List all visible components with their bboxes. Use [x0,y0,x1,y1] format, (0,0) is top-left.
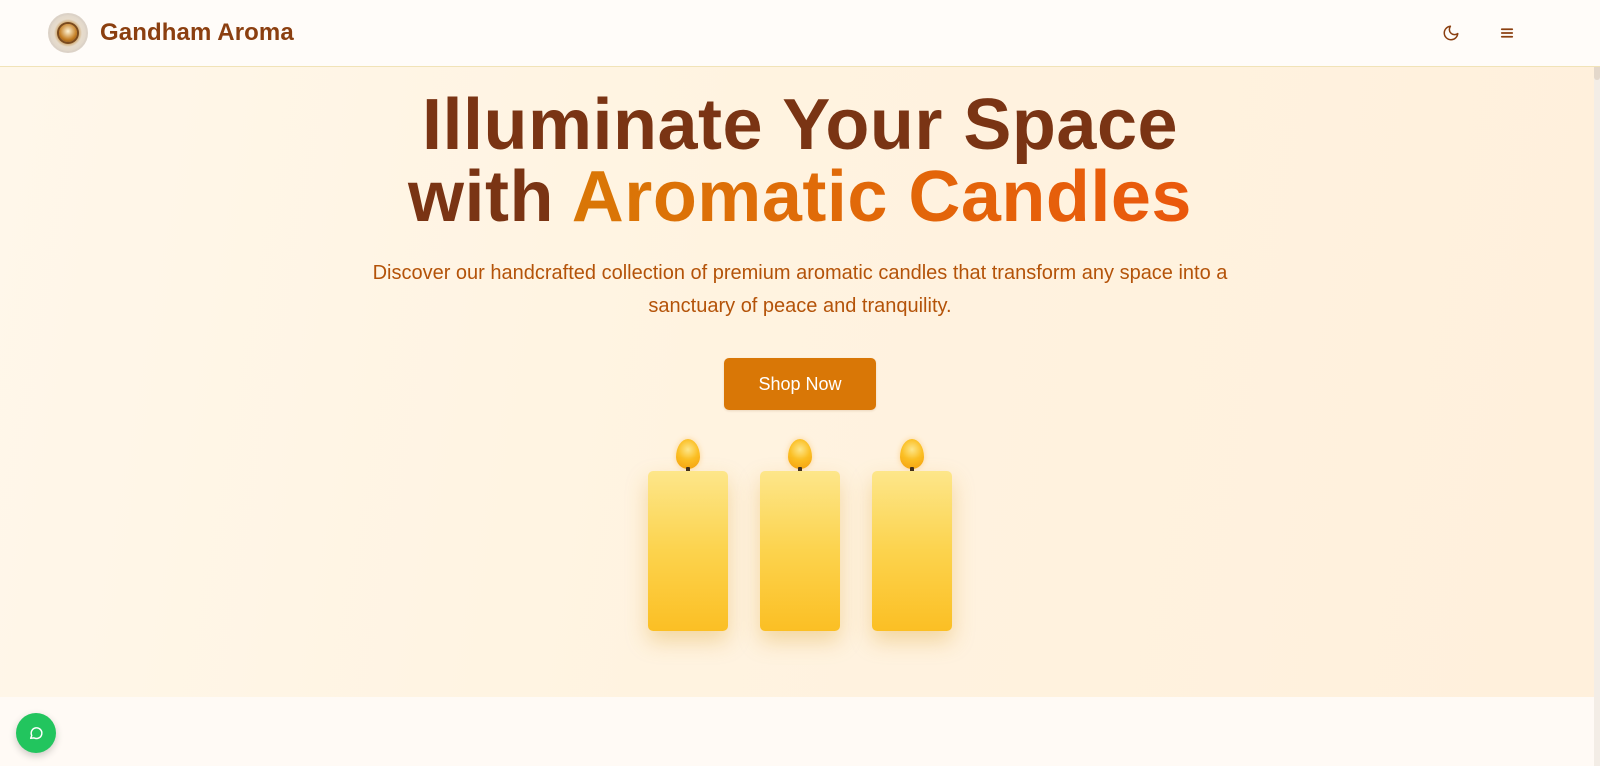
flame-icon [788,439,812,469]
hero-title-line-2: with Aromatic Candles [0,161,1600,233]
candle-body [872,471,952,631]
candles-illustration [648,439,952,639]
brand[interactable]: Gandham Aroma [48,13,294,53]
header-actions [1440,22,1552,44]
candle-right [872,439,952,635]
brand-name: Gandham Aroma [100,19,294,46]
hero-title-line-1: Illuminate Your Space [421,85,1179,165]
hero-title-prefix: with [408,157,572,237]
menu-button[interactable] [1496,22,1518,44]
hamburger-menu-icon [1500,28,1514,38]
moon-icon [1443,25,1459,41]
hero-title: Illuminate Your Space with Aromatic Cand… [0,67,1600,233]
candle-body [760,471,840,631]
next-section [0,697,1600,766]
candle-left [648,439,728,635]
chat-bubble-icon [29,727,43,740]
flame-icon [676,439,700,469]
hero-subtitle: Discover our handcrafted collection of p… [372,262,1228,317]
candle-body [648,471,728,631]
page: Gandham Aroma Illuminate Your Space with… [0,0,1600,766]
site-header: Gandham Aroma [0,0,1600,67]
shop-now-button[interactable]: Shop Now [724,358,876,410]
page-scrollbar[interactable] [1594,0,1600,766]
theme-toggle-button[interactable] [1440,22,1462,44]
hero-section: Illuminate Your Space with Aromatic Cand… [0,67,1600,697]
chat-widget-button[interactable] [16,713,56,753]
hero-title-accent: Aromatic Candles [571,157,1192,237]
candle-middle [760,439,840,635]
flame-icon [900,439,924,469]
brand-logo-icon [48,13,88,53]
